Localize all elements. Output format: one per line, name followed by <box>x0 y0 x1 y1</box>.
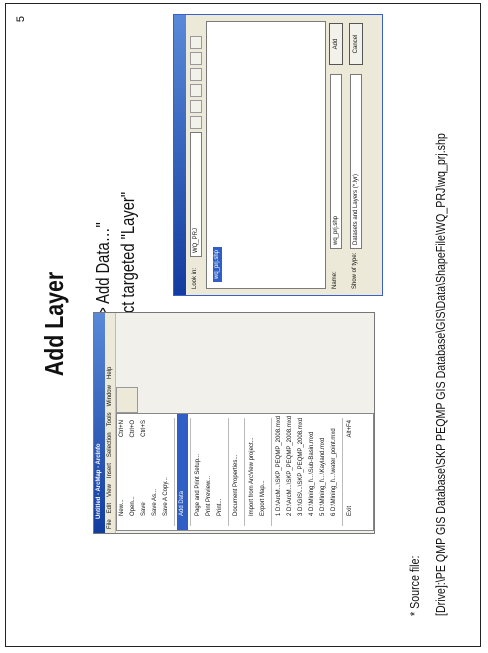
menu-item-label: Save <box>141 502 147 516</box>
list-view-icon[interactable] <box>190 68 202 81</box>
menu-item-recent-4[interactable]: 4 D:\Mining_I\...\Sub-Basin.mxd <box>307 414 318 530</box>
menu-item-print-preview[interactable]: Print Preview... <box>204 414 215 530</box>
menu-item-document-properties[interactable]: Document Properties... <box>231 414 242 530</box>
menu-separator <box>244 418 245 526</box>
menu-selection[interactable]: Selection <box>105 432 115 457</box>
add-button[interactable]: Add <box>329 23 343 65</box>
menu-item-save-as[interactable]: Save As... <box>150 414 161 530</box>
name-label: Name: <box>332 271 338 289</box>
slide-frame: 5 Add Layer • Select "File > Add Data…" … <box>5 3 481 647</box>
add-data-toolbar-icon[interactable] <box>116 387 138 413</box>
menu-item-print[interactable]: Print... <box>215 414 226 530</box>
dialog-titlebar <box>174 15 186 295</box>
menu-window[interactable]: Window <box>105 385 115 406</box>
file-menu-dropdown: New... Ctrl+N Open... Ctrl+O Save Ctrl+S Sa… <box>116 413 374 531</box>
up-folder-icon[interactable] <box>190 116 202 129</box>
menu-item-shortcut: Ctrl+S <box>141 420 147 437</box>
file-item-selected[interactable]: wq_prj.shp <box>213 246 222 282</box>
menu-item-page-setup[interactable]: Page and Print Setup... <box>193 414 204 530</box>
menu-item-save[interactable]: Save Ctrl+S <box>139 414 150 530</box>
cancel-button[interactable]: Cancel <box>349 23 363 65</box>
menu-item-save-copy[interactable]: Save A Copy... <box>161 414 172 530</box>
menu-item-recent-6[interactable]: 6 D:\Mining_I\...\water_point.mxd <box>329 414 340 530</box>
menu-item-open[interactable]: Open... Ctrl+O <box>128 414 139 530</box>
slide-title: Add Layer <box>39 271 69 377</box>
menu-item-recent-5[interactable]: 5 D:\Mining_I\...\Kayland.mxd <box>318 414 329 530</box>
menu-item-new[interactable]: New... Ctrl+N <box>117 414 128 530</box>
menu-item-label: Open... <box>130 496 136 516</box>
menu-separator <box>228 418 229 526</box>
dialog-toolbar <box>190 36 202 129</box>
menu-help[interactable]: Help <box>105 367 115 379</box>
menu-separator <box>271 418 272 526</box>
home-icon[interactable] <box>190 100 202 113</box>
menu-item-shortcut: Ctrl+N <box>119 420 125 438</box>
menu-item-exit[interactable]: Exit Alt+F4 <box>345 414 356 530</box>
menu-view[interactable]: View <box>105 484 115 497</box>
menu-file[interactable]: File <box>105 519 115 529</box>
menu-item-label: Exit <box>347 505 353 516</box>
menu-item-import-arcview[interactable]: Import from ArcView project... <box>247 414 258 530</box>
arcmap-titlebar: Untitled - ArcMap - ArcInfo <box>94 313 105 533</box>
catalog-icon[interactable] <box>190 36 202 49</box>
arcmap-screenshot: Untitled - ArcMap - ArcInfo File Edit Vi… <box>93 312 375 534</box>
menu-item-add-data[interactable]: Add Data <box>177 414 188 530</box>
slide: 5 Add Layer • Select "File > Add Data…" … <box>7 4 480 644</box>
menu-item-recent-3[interactable]: 3 D:\GIS\...\SKP_PEQMP_2008.mxd <box>296 414 307 530</box>
menu-item-shortcut: Alt+F4 <box>347 420 353 438</box>
source-file-path: [Drive]:\PE QMP GIS Database\SKP PEQMP G… <box>433 133 448 616</box>
menu-separator <box>342 418 343 526</box>
source-file-label: * Source file: <box>407 555 422 616</box>
menu-item-shortcut: Ctrl+O <box>130 420 136 438</box>
look-in-label: Look in: <box>192 267 198 289</box>
menu-item-recent-2[interactable]: 2 D:\ArcM...\SKP_PEQMP_2008.mxd <box>285 414 296 530</box>
menu-separator <box>190 418 191 526</box>
name-field[interactable]: wq_prj.shp <box>330 74 342 249</box>
add-data-dialog: Look in: WQ_PRJ wq_prj.shp Name: wq_prj.… <box>173 14 383 296</box>
menu-item-label: New... <box>119 499 125 516</box>
file-list[interactable]: wq_prj.shp <box>206 21 326 289</box>
connect-folder-icon[interactable] <box>190 84 202 97</box>
menu-insert[interactable]: Insert <box>105 463 115 478</box>
arcmap-menubar: File Edit View Insert Selection Tools Wi… <box>105 313 116 533</box>
menu-edit[interactable]: Edit <box>105 503 115 513</box>
details-view-icon[interactable] <box>190 52 202 65</box>
menu-item-recent-1[interactable]: 1 D:\ArcM...\SKP_PEQMP_2008.mxd <box>274 414 285 530</box>
look-in-combo[interactable]: WQ_PRJ <box>190 132 202 257</box>
menu-item-export-map[interactable]: Export Map... <box>258 414 269 530</box>
type-label: Show of type: <box>352 252 358 289</box>
menu-separator <box>174 418 175 526</box>
type-select[interactable]: Datasets and Layers (*.lyr) <box>350 74 362 249</box>
menu-tools[interactable]: Tools <box>105 412 115 426</box>
page-number: 5 <box>15 16 27 23</box>
